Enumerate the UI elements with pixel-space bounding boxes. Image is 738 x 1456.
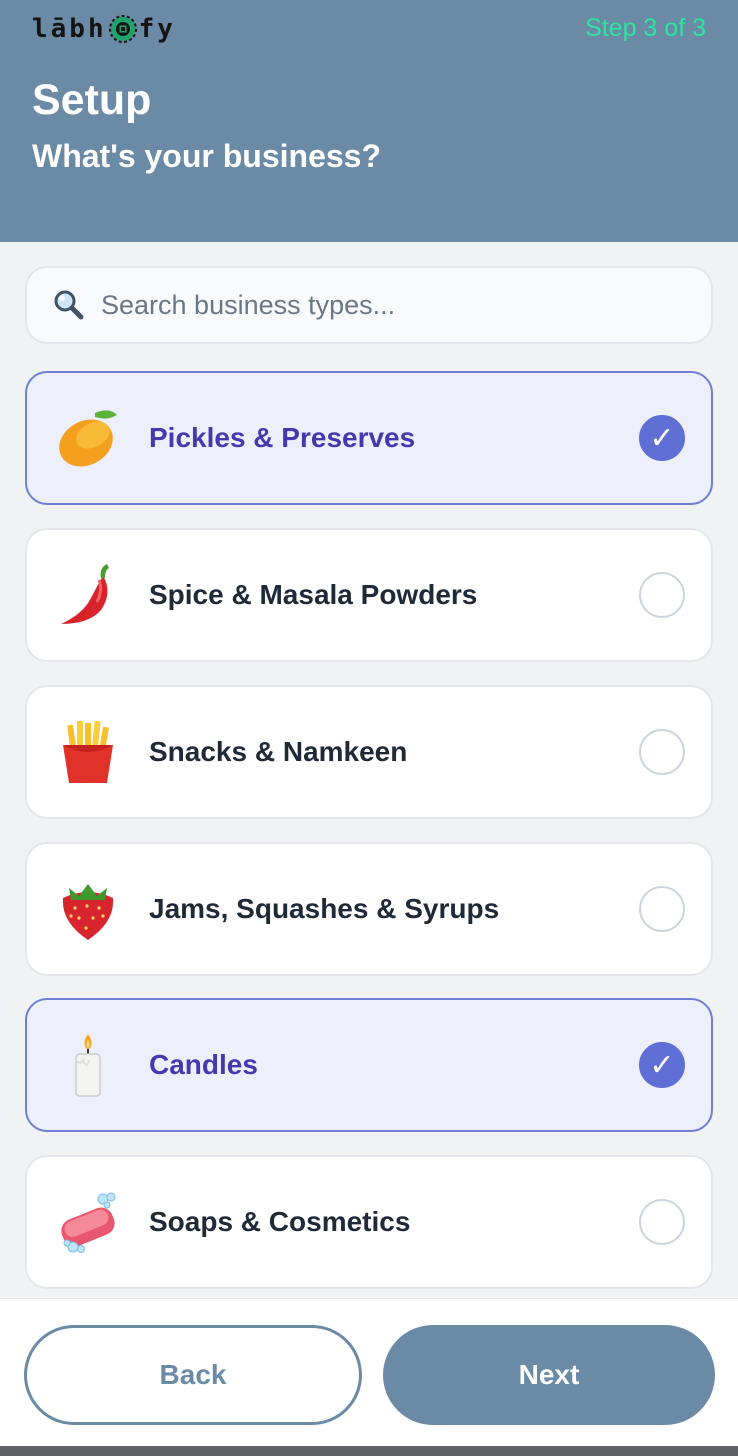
checkmark-icon: ✓ <box>639 415 685 461</box>
system-navigation-bar <box>0 1446 738 1456</box>
chili-pepper-icon <box>61 564 109 624</box>
page-subtitle: What's your business? <box>32 138 381 174</box>
business-option-soaps[interactable]: Soaps & Cosmetics <box>25 1155 713 1289</box>
search-bar[interactable] <box>25 266 713 344</box>
logo-text-right: fy <box>138 14 176 44</box>
logo-text-left: lābh <box>32 14 107 44</box>
search-icon <box>54 290 84 320</box>
business-option-pickles[interactable]: Pickles & Preserves ✓ <box>25 371 713 505</box>
app-logo: lābh fy <box>32 14 176 44</box>
page-title: Setup <box>32 76 152 124</box>
business-option-label: Spice & Masala Powders <box>149 579 478 610</box>
radio-unchecked <box>639 572 685 618</box>
business-option-candles[interactable]: Candles ✓ <box>25 998 713 1132</box>
business-option-label: Candles <box>149 1049 258 1080</box>
fries-icon <box>63 720 113 783</box>
candle-icon <box>75 1034 101 1097</box>
step-indicator: Step 3 of 3 <box>585 14 706 42</box>
business-option-snacks[interactable]: Snacks & Namkeen <box>25 685 713 819</box>
strawberry-icon <box>62 884 114 940</box>
business-option-label: Snacks & Namkeen <box>149 736 408 767</box>
radio-unchecked <box>639 1199 685 1245</box>
footer-actions: Back Next <box>0 1298 738 1446</box>
checkmark-icon: ✓ <box>639 1042 685 1088</box>
radio-unchecked <box>639 886 685 932</box>
business-option-spices[interactable]: Spice & Masala Powders <box>25 528 713 662</box>
business-option-label: Jams, Squashes & Syrups <box>149 893 500 924</box>
soap-icon <box>61 1192 116 1253</box>
search-input[interactable] <box>101 289 711 321</box>
header: lābh fy Step 3 of 3 Setup What's your bu… <box>0 0 738 242</box>
mango-icon <box>59 410 117 467</box>
business-option-label: Soaps & Cosmetics <box>149 1206 411 1237</box>
business-option-jams[interactable]: Jams, Squashes & Syrups <box>25 842 713 976</box>
business-option-label: Pickles & Preserves <box>149 422 416 453</box>
next-button[interactable]: Next <box>383 1325 715 1425</box>
back-button[interactable]: Back <box>24 1325 362 1425</box>
radio-unchecked <box>639 729 685 775</box>
logo-gear-icon <box>108 15 137 43</box>
